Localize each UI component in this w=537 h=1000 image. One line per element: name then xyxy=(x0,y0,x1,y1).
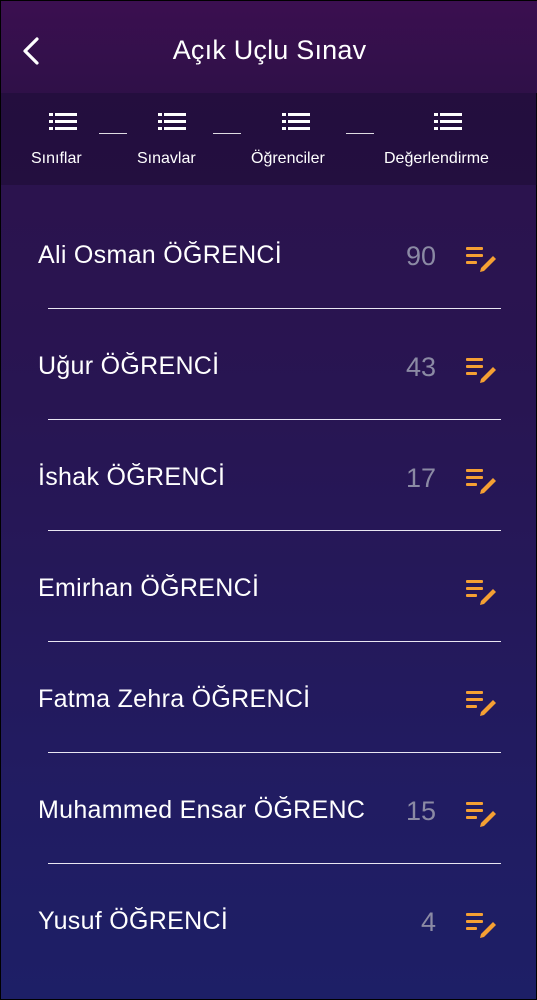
row-divider xyxy=(48,419,501,420)
student-score: 4 xyxy=(420,907,436,937)
student-name: Emirhan ÖĞRENCİ xyxy=(38,574,260,602)
edit-list-icon[interactable] xyxy=(466,244,498,272)
student-score: 15 xyxy=(405,796,436,826)
list-item[interactable]: Uğur ÖĞRENCİ 43 xyxy=(1,318,537,429)
list-item[interactable]: İshak ÖĞRENCİ 17 xyxy=(1,429,537,540)
tab-separator xyxy=(346,133,374,134)
edit-list-icon[interactable] xyxy=(466,910,498,938)
tab-label: Değerlendirme xyxy=(384,150,489,167)
student-name: Yusuf ÖĞRENCİ xyxy=(38,907,229,935)
edit-list-icon[interactable] xyxy=(466,355,498,383)
tab-label: Sınıflar xyxy=(31,150,82,167)
list-item[interactable]: Ali Osman ÖĞRENCİ 90 xyxy=(1,207,537,318)
list-item[interactable]: Yusuf ÖĞRENCİ 4 xyxy=(1,873,537,984)
tab-bar: Sınıflar Sınavlar Öğrenciler Değerlendir… xyxy=(1,93,537,185)
header-bar: Açık Uçlu Sınav xyxy=(1,1,537,93)
edit-list-icon[interactable] xyxy=(466,577,498,605)
tab-label: Sınavlar xyxy=(137,150,196,167)
student-name: İshak ÖĞRENCİ xyxy=(38,463,226,491)
list-icon xyxy=(434,113,462,130)
list-icon xyxy=(282,113,310,130)
student-score: 90 xyxy=(405,241,436,271)
list-item[interactable]: Emirhan ÖĞRENCİ xyxy=(1,540,537,651)
student-name: Uğur ÖĞRENCİ xyxy=(38,352,220,380)
student-name: Muhammed Ensar ÖĞRENC xyxy=(38,796,366,824)
page-title: Açık Uçlu Sınav xyxy=(172,35,367,65)
edit-list-icon[interactable] xyxy=(466,466,498,494)
student-name: Ali Osman ÖĞRENCİ xyxy=(38,241,283,269)
edit-list-icon[interactable] xyxy=(466,799,498,827)
row-divider xyxy=(48,641,501,642)
tab-ogrenciler[interactable]: Öğrenciler xyxy=(251,93,341,185)
row-divider xyxy=(48,530,501,531)
student-name: Fatma Zehra ÖĞRENCİ xyxy=(38,685,311,713)
list-item[interactable]: Fatma Zehra ÖĞRENCİ xyxy=(1,651,537,762)
row-divider xyxy=(48,308,501,309)
tab-separator xyxy=(99,133,127,134)
list-icon xyxy=(49,113,77,130)
list-icon xyxy=(158,113,186,130)
tab-label: Öğrenciler xyxy=(251,150,325,167)
row-divider xyxy=(48,863,501,864)
tab-separator xyxy=(213,133,241,134)
student-score: 17 xyxy=(405,463,436,493)
list-item[interactable]: Muhammed Ensar ÖĞRENC 15 xyxy=(1,762,537,873)
edit-list-icon[interactable] xyxy=(466,688,498,716)
tab-sinavlar[interactable]: Sınavlar xyxy=(137,93,207,185)
tab-siniflar[interactable]: Sınıflar xyxy=(31,93,91,185)
student-score: 43 xyxy=(405,352,436,382)
tab-degerlendirme[interactable]: Değerlendirme xyxy=(384,93,508,185)
row-divider xyxy=(48,752,501,753)
